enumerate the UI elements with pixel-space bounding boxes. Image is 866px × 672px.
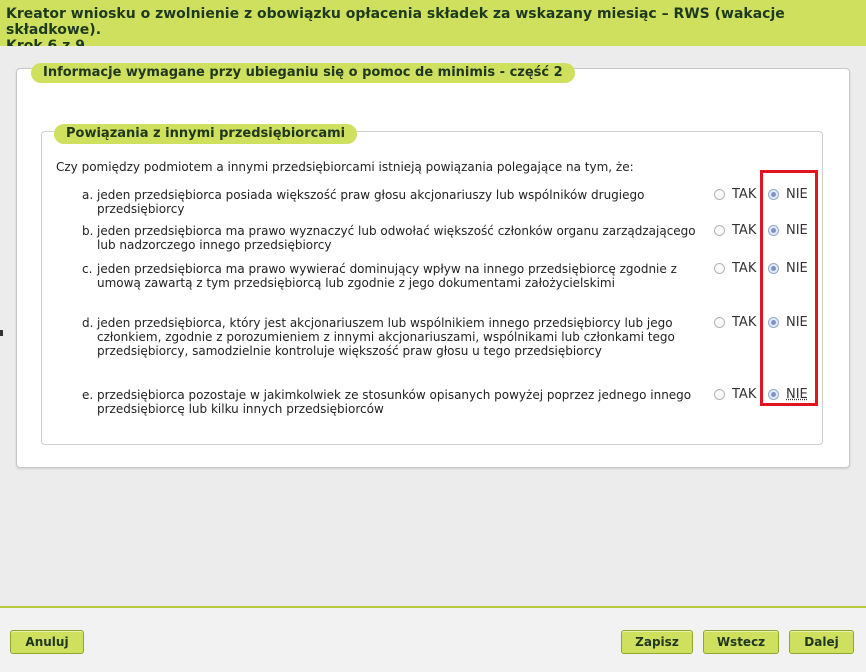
item-text: jeden przedsiębiorca, który jest akcjona… <box>97 316 675 358</box>
item-text: przedsiębiorca pozostaje w jakimkolwiek … <box>97 388 692 416</box>
radio-tak-b[interactable] <box>714 225 725 236</box>
radio-tak-c[interactable] <box>714 263 725 274</box>
next-button[interactable]: Dalej <box>789 630 854 654</box>
radio-tak-label[interactable]: TAK <box>732 188 756 202</box>
radio-tak-label[interactable]: TAK <box>732 224 756 238</box>
wizard-content: Informacje wymagane przy ubieganiu się o… <box>0 46 866 608</box>
wizard-title-text: Kreator wniosku o zwolnienie z obowiązku… <box>6 6 785 38</box>
radio-tak-d[interactable] <box>714 317 725 328</box>
item-text: jeden przedsiębiorca ma prawo wyznaczyć … <box>97 224 696 252</box>
item-text: jeden przedsiębiorca posiada większość p… <box>97 188 645 216</box>
save-button[interactable]: Zapisz <box>621 630 693 654</box>
group-title: Powiązania z innymi przedsiębiorcami <box>54 124 358 144</box>
radio-tak-a[interactable] <box>714 189 725 200</box>
item-letter: b. <box>82 224 94 238</box>
item-letter: d. <box>82 316 94 330</box>
item-text: jeden przedsiębiorca ma prawo wywierać d… <box>97 262 677 290</box>
item-letter: a. <box>82 188 94 202</box>
back-button[interactable]: Wstecz <box>703 630 779 654</box>
edge-marker <box>0 330 3 336</box>
wizard-header: Kreator wniosku o zwolnienie z obowiązku… <box>0 0 866 54</box>
question-text: Czy pomiędzy podmiotem a innymi przedsię… <box>56 160 634 174</box>
connections-group: Powiązania z innymi przedsiębiorcami Czy… <box>41 124 823 445</box>
highlight-box <box>760 170 818 406</box>
de-minimis-section: Informacje wymagane przy ubieganiu się o… <box>16 63 850 468</box>
item-letter: e. <box>82 388 94 402</box>
radio-tak-label[interactable]: TAK <box>732 262 756 276</box>
item-letter: c. <box>82 262 93 276</box>
radio-tak-label[interactable]: TAK <box>732 388 756 402</box>
cancel-button[interactable]: Anuluj <box>10 630 84 654</box>
radio-tak-label[interactable]: TAK <box>732 316 756 330</box>
radio-tak-e[interactable] <box>714 389 725 400</box>
section-title: Informacje wymagane przy ubieganiu się o… <box>31 63 575 83</box>
